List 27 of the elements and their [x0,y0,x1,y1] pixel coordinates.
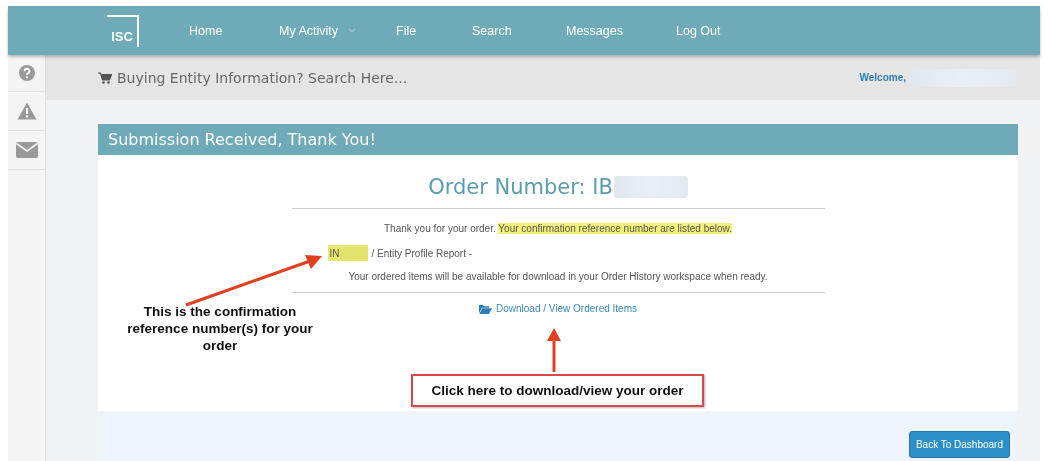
reference-description: / Entity Profile Report - [371,247,473,259]
nav-link[interactable]: Log Out [676,23,721,38]
nav-link[interactable]: Search [472,23,566,38]
nav-link[interactable]: Messages [566,23,676,38]
back-to-dashboard-button[interactable]: Back To Dashboard [908,430,1010,458]
annotation-callout: Click here to download/view your order [411,374,704,407]
search-link[interactable]: Buying Entity Information? Search Here... [98,69,408,86]
caret-icon [348,28,357,33]
nav-link[interactable]: File [396,23,472,38]
message-text: Your confirmation reference number are listed below. [498,223,732,234]
message-text: Thank you for your order. [384,223,496,234]
nav-link[interactable]: My Activity [279,23,396,38]
order-number: Order Number: IB [428,175,613,199]
folder-icon [479,303,492,314]
help-icon[interactable] [18,65,35,81]
welcome-label: Welcome, [859,72,906,83]
warning-icon[interactable] [16,102,37,120]
reference-number: IN [327,245,368,261]
logo[interactable]: ISC [107,14,139,47]
annotation-arrow [547,328,561,372]
panel-title: Submission Received, Thank You! [108,130,376,149]
envelope-icon[interactable] [15,142,38,158]
nav-link[interactable]: Home [189,23,279,38]
availability-text: Your ordered items will be available for download in your Order History workspace when ready. [291,271,825,293]
download-link[interactable]: Download / View Ordered Items [479,303,637,314]
annotation-text: This is the confirmation reference number(s) for your order [126,303,314,354]
cart-icon [98,71,112,84]
